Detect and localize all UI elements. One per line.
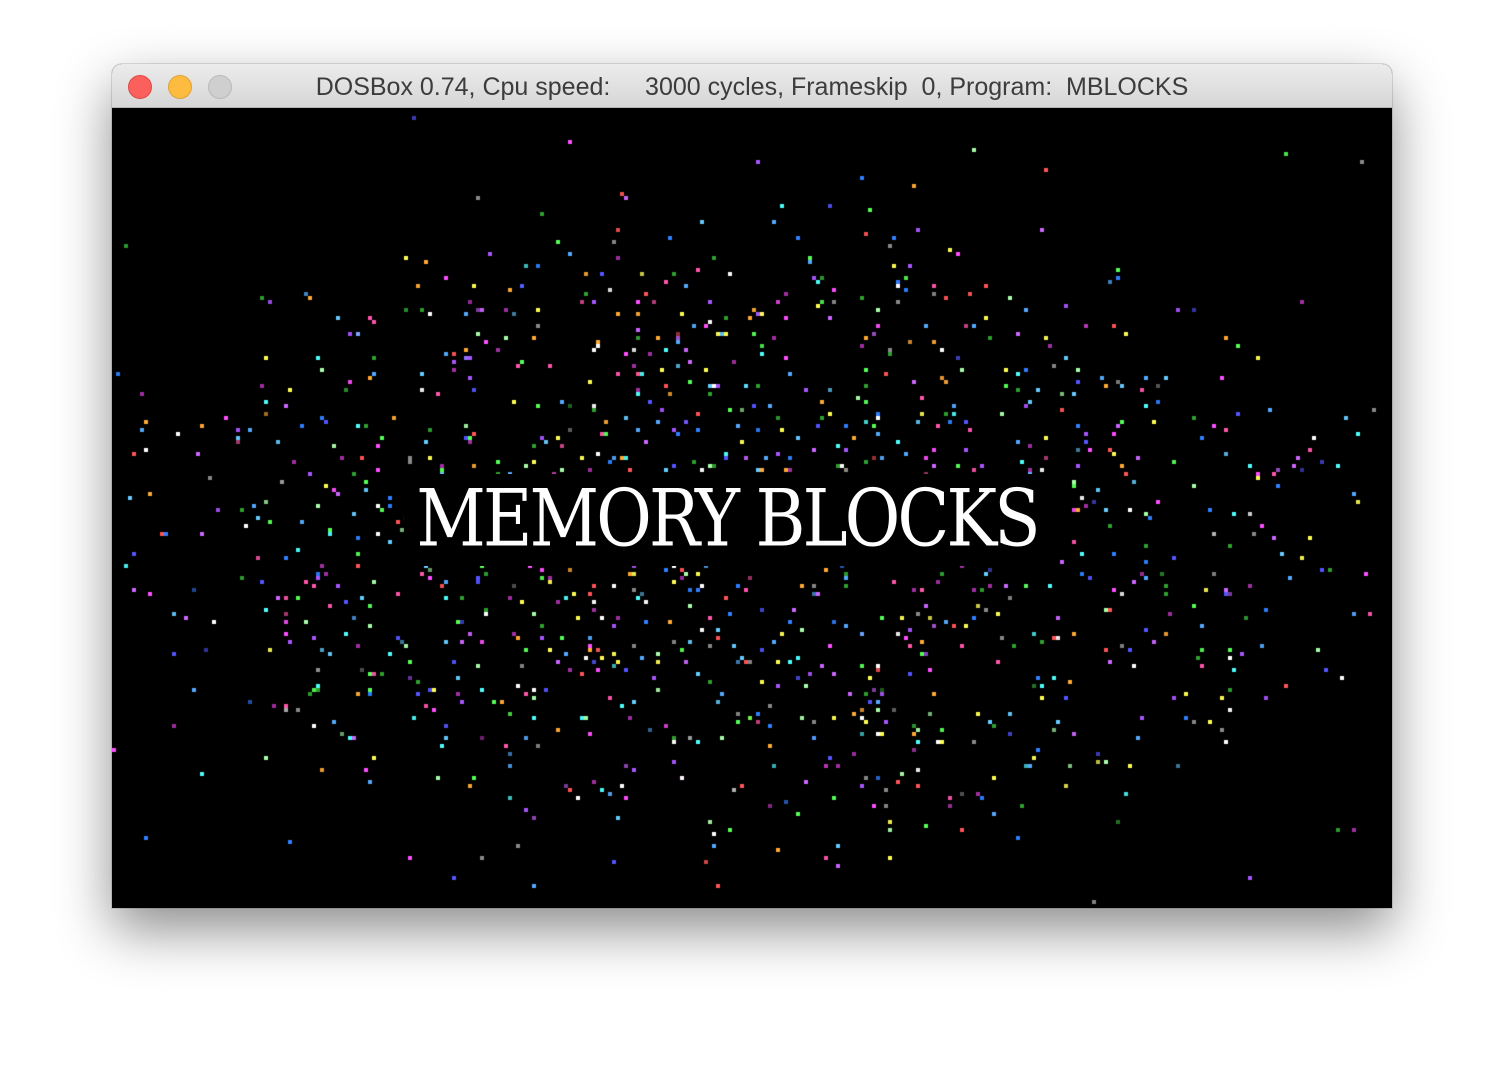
game-title: MEMORY BLOCKS bbox=[416, 474, 1041, 565]
emulator-screen[interactable]: MEMORY BLOCKS bbox=[112, 108, 1392, 908]
game-title-panel: MEMORY BLOCKS bbox=[404, 474, 1050, 566]
title-bar[interactable]: DOSBox 0.74, Cpu speed: 3000 cycles, Fra… bbox=[112, 64, 1392, 108]
dosbox-window: DOSBox 0.74, Cpu speed: 3000 cycles, Fra… bbox=[112, 64, 1392, 908]
window-title: DOSBox 0.74, Cpu speed: 3000 cycles, Fra… bbox=[315, 73, 1189, 101]
